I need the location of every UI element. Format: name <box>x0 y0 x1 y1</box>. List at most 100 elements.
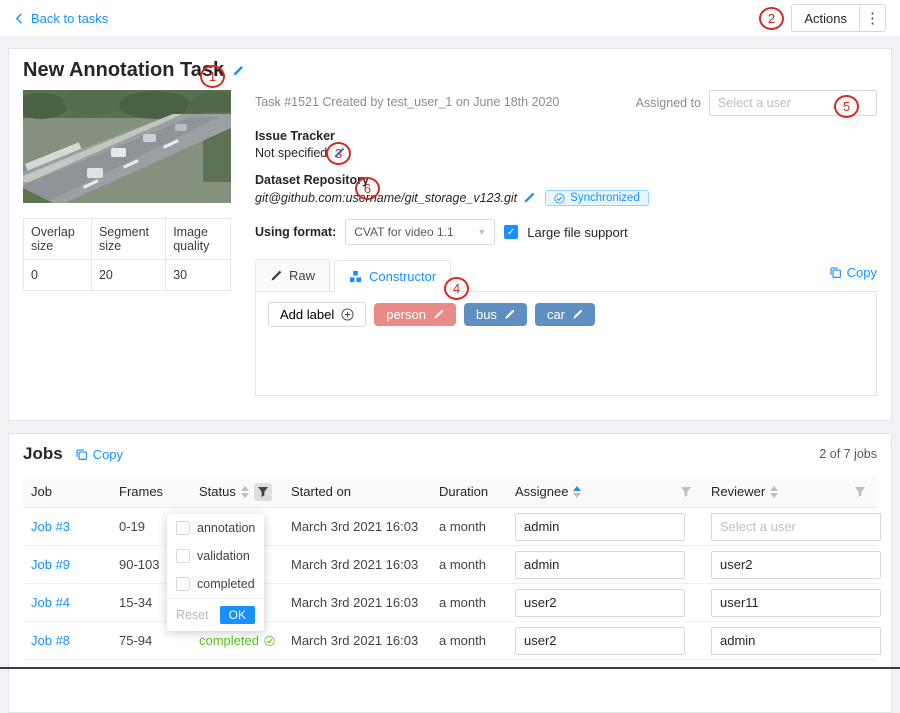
column-duration: Duration <box>431 484 507 499</box>
filter-option-annotation[interactable]: annotation <box>167 514 264 542</box>
status-sorter[interactable] <box>241 486 249 498</box>
more-vertical-icon[interactable]: ⋮ <box>859 5 885 31</box>
repository-url: git@github.com:username/git_storage_v123… <box>255 191 517 205</box>
reviewer-sorter[interactable] <box>770 486 778 498</box>
table-row: Job #9 90-103 March 3rd 2021 16:03 a mon… <box>23 546 877 584</box>
sync-status-badge: Synchronized <box>545 190 649 206</box>
labels-tabs: Raw Constructor Copy <box>255 259 877 396</box>
task-params-table: Overlap size Segment size Image quality … <box>23 218 231 291</box>
reviewer-input[interactable] <box>711 551 881 579</box>
param-value-overlap: 0 <box>24 260 92 291</box>
pencil-icon <box>270 270 282 282</box>
status-filter-icon[interactable] <box>254 483 272 501</box>
assignee-input[interactable] <box>515 551 685 579</box>
task-meta: Task #1521 Created by test_user_1 on Jun… <box>255 90 559 109</box>
table-row: Job #4 15-34 March 3rd 2021 16:03 a mont… <box>23 584 877 622</box>
checkbox-validation[interactable] <box>176 549 190 563</box>
label-tag-bus[interactable]: bus <box>464 303 527 326</box>
checkbox-completed[interactable] <box>176 577 190 591</box>
column-job: Job <box>23 484 111 499</box>
reviewer-input[interactable] <box>711 627 881 655</box>
issue-tracker-value: Not specified <box>255 146 327 160</box>
pencil-icon[interactable] <box>504 309 515 320</box>
reviewer-filter-icon[interactable] <box>851 483 869 501</box>
assignee-select-input[interactable] <box>709 90 877 116</box>
started-cell: March 3rd 2021 16:03 <box>283 633 431 648</box>
assignee-input[interactable] <box>515 513 685 541</box>
column-assignee: Assignee <box>507 483 703 501</box>
filter-reset-button[interactable]: Reset <box>176 608 209 622</box>
jobs-title: Jobs <box>23 444 63 464</box>
assignee-input[interactable] <box>515 589 685 617</box>
assignee-filter-icon[interactable] <box>677 483 695 501</box>
format-select[interactable]: CVAT for video 1.1 ▼ <box>345 219 495 245</box>
check-circle-icon <box>264 634 275 648</box>
chevron-down-icon: ▼ <box>477 227 486 237</box>
tab-raw[interactable]: Raw <box>255 259 330 291</box>
actions-button[interactable]: Actions ⋮ <box>791 4 886 32</box>
job-link[interactable]: Job #4 <box>31 595 70 610</box>
tab-constructor[interactable]: Constructor <box>334 260 451 292</box>
edit-issue-tracker-icon[interactable] <box>333 147 345 159</box>
copy-icon <box>75 448 88 461</box>
started-cell: March 3rd 2021 16:03 <box>283 557 431 572</box>
started-cell: March 3rd 2021 16:03 <box>283 595 431 610</box>
back-label: Back to tasks <box>31 11 108 26</box>
filter-ok-button[interactable]: OK <box>220 606 255 624</box>
job-link[interactable]: Job #3 <box>31 519 70 534</box>
jobs-table: Job Frames Status Started on Duration As… <box>23 476 877 660</box>
param-header-segment: Segment size <box>91 219 165 260</box>
label-tag-person[interactable]: person <box>374 303 456 326</box>
assignee-sorter[interactable] <box>573 486 581 498</box>
labels-copy-link[interactable]: Copy <box>829 265 877 286</box>
job-link[interactable]: Job #8 <box>31 633 70 648</box>
add-label-button[interactable]: Add label <box>268 302 366 327</box>
filter-option-completed[interactable]: completed <box>167 570 264 598</box>
jobs-copy-link[interactable]: Copy <box>75 447 123 462</box>
chevron-left-icon <box>14 13 25 24</box>
job-link[interactable]: Job #9 <box>31 557 70 572</box>
assignee-input[interactable] <box>515 627 685 655</box>
checkbox-annotation[interactable] <box>176 521 190 535</box>
param-value-segment: 20 <box>91 260 165 291</box>
jobs-card: Jobs Copy 2 of 7 jobs Job Frames Status … <box>8 433 892 713</box>
status-cell: completed <box>191 633 283 648</box>
back-to-tasks-link[interactable]: Back to tasks <box>14 11 108 26</box>
pencil-icon[interactable] <box>433 309 444 320</box>
task-title: New Annotation Task <box>23 59 224 82</box>
edit-title-icon[interactable] <box>232 64 245 77</box>
label-tag-car[interactable]: car <box>535 303 595 326</box>
edit-repository-icon[interactable] <box>523 192 535 204</box>
plus-circle-icon <box>341 308 354 321</box>
constructor-icon <box>349 270 362 283</box>
pencil-icon[interactable] <box>572 309 583 320</box>
dataset-repository-label: Dataset Repository <box>255 173 877 187</box>
reviewer-input[interactable] <box>711 589 881 617</box>
duration-cell: a month <box>431 595 507 610</box>
column-status: Status <box>191 483 283 501</box>
assigned-to-label: Assigned to <box>636 96 701 110</box>
table-row: Job #3 0-19 March 3rd 2021 16:03 a month <box>23 508 877 546</box>
task-details-page: Back to tasks Actions ⋮ New Annotation T… <box>0 0 900 669</box>
task-left-column: Overlap size Segment size Image quality … <box>23 90 231 396</box>
task-card: New Annotation Task <box>8 48 892 421</box>
issue-tracker-label: Issue Tracker <box>255 129 877 143</box>
column-started: Started on <box>283 484 431 499</box>
reviewer-input[interactable] <box>711 513 881 541</box>
param-header-quality: Image quality <box>166 219 231 260</box>
task-right-column: Task #1521 Created by test_user_1 on Jun… <box>255 90 877 396</box>
frames-cell: 75-94 <box>111 633 191 648</box>
large-file-support-checkbox[interactable]: ✓ <box>504 225 518 239</box>
table-row: Job #8 75-94 completed March 3rd 2021 16… <box>23 622 877 660</box>
format-value: CVAT for video 1.1 <box>354 225 453 239</box>
check-circle-icon <box>554 193 565 204</box>
actions-label: Actions <box>792 5 859 31</box>
copy-icon <box>829 266 842 279</box>
using-format-label: Using format: <box>255 225 336 239</box>
filter-option-validation[interactable]: validation <box>167 542 264 570</box>
duration-cell: a month <box>431 519 507 534</box>
topbar: Back to tasks Actions ⋮ <box>0 0 900 36</box>
jobs-count: 2 of 7 jobs <box>819 447 877 461</box>
constructor-panel: Add label person bus <box>255 292 877 396</box>
column-reviewer: Reviewer <box>703 483 877 501</box>
